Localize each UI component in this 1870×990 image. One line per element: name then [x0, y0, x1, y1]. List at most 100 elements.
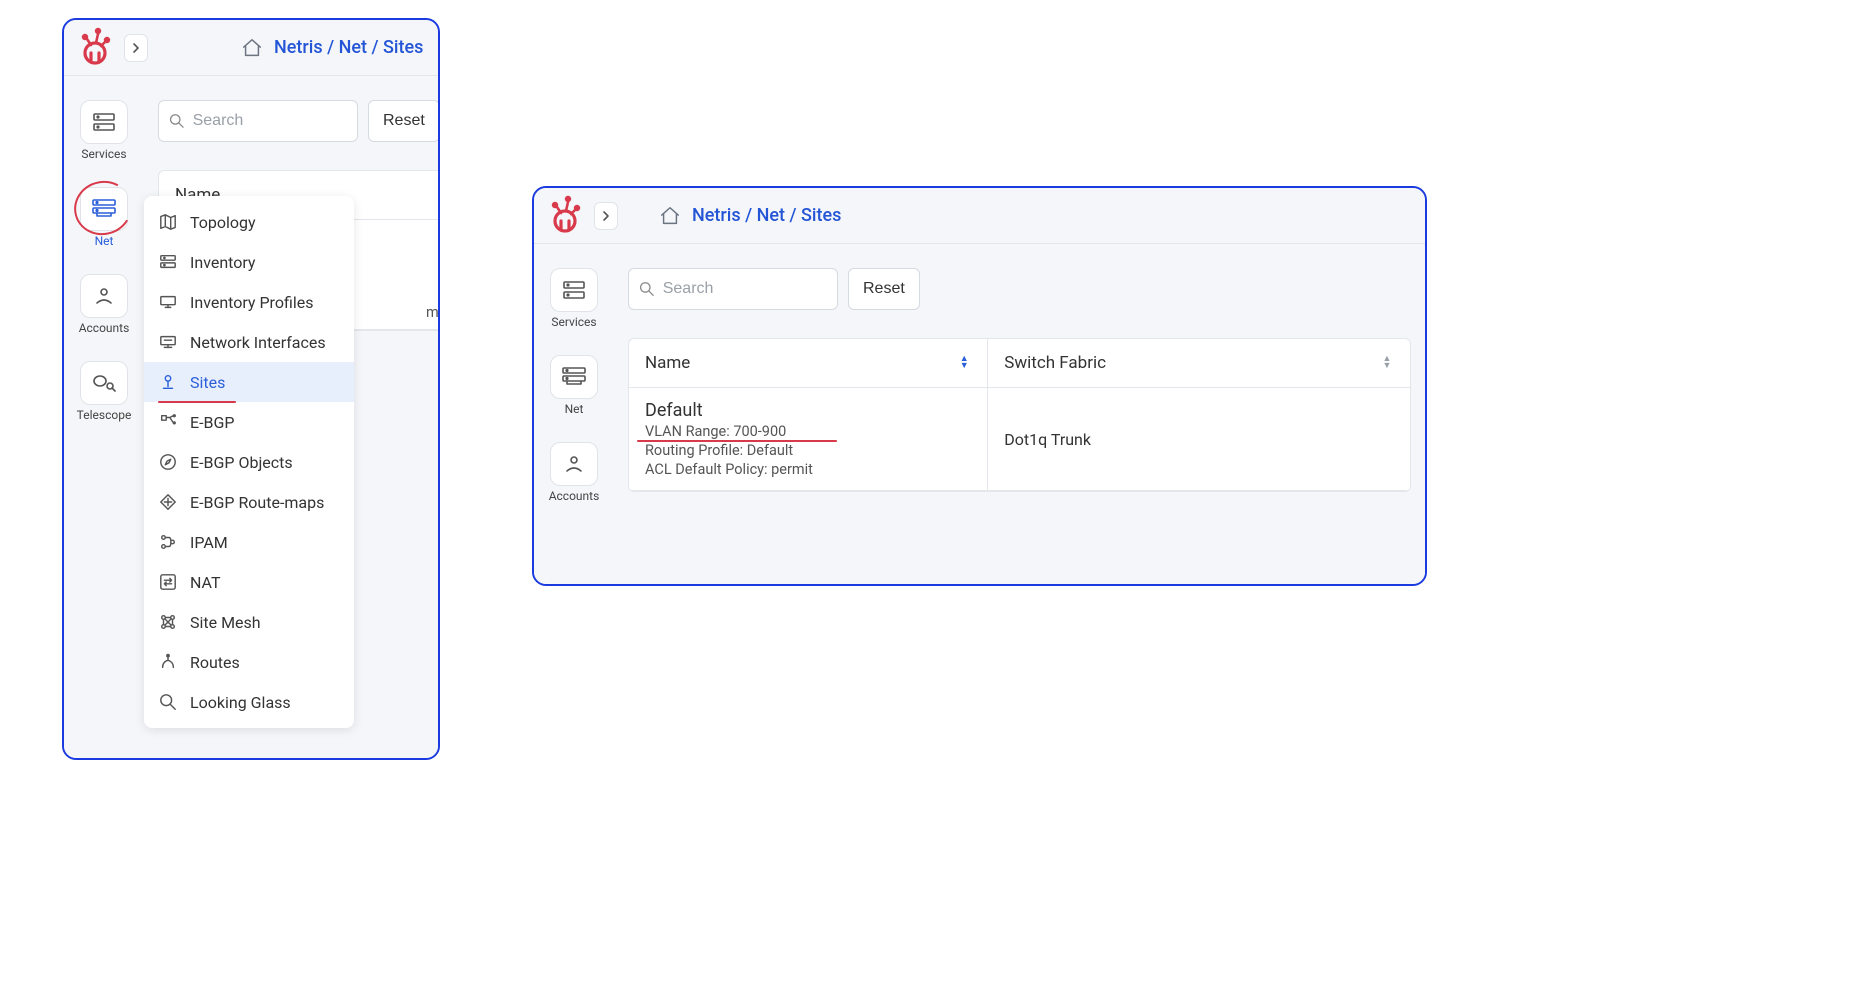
menu-item-looking-glass[interactable]: Looking Glass — [144, 682, 354, 722]
menu-item-sites[interactable]: Sites — [144, 362, 354, 402]
menu-item-label: IPAM — [190, 533, 228, 552]
sidebar-item-telescope[interactable]: Telescope — [77, 361, 132, 422]
menu-item-label: Looking Glass — [190, 693, 291, 712]
menu-item-nat[interactable]: NAT — [144, 562, 354, 602]
menu-item-site-mesh[interactable]: Site Mesh — [144, 602, 354, 642]
logo — [72, 25, 118, 71]
monitor-icon — [158, 292, 178, 312]
home-icon[interactable] — [240, 36, 264, 60]
sidebar-item-services[interactable]: Services — [80, 100, 128, 161]
acl-partial-text: mit — [426, 304, 440, 321]
breadcrumb[interactable]: Netris / Net / Sites — [692, 205, 841, 226]
interface-icon — [158, 332, 178, 352]
menu-item-label: E-BGP Objects — [190, 453, 293, 472]
topbar: Netris / Net / Sites — [64, 20, 438, 76]
sidebar-item-label: Net — [95, 234, 114, 248]
sidebar-item-label: Net — [565, 402, 584, 416]
search-input-wrapper[interactable] — [158, 100, 358, 142]
search-row: Reset — [144, 100, 438, 142]
sidebar-item-accounts[interactable]: Accounts — [79, 274, 130, 335]
table-header: Name ▲▼ Switch Fabric ▲▼ — [629, 339, 1410, 388]
diamond-icon — [158, 492, 178, 512]
cell-switch-fabric: Dot1q Trunk — [988, 388, 1410, 490]
map-icon — [158, 212, 178, 232]
reset-button[interactable]: Reset — [368, 100, 440, 142]
topbar: Netris / Net / Sites — [534, 188, 1425, 244]
search-input[interactable] — [663, 280, 827, 298]
sidebar-item-label: Accounts — [549, 489, 600, 503]
menu-item-inventory-profiles[interactable]: Inventory Profiles — [144, 282, 354, 322]
search-input[interactable] — [193, 112, 347, 130]
cell-name: Default VLAN Range: 700-900 Routing Prof… — [629, 388, 988, 490]
services-icon — [80, 100, 128, 144]
sidebar-item-net[interactable]: Net — [550, 355, 598, 416]
home-icon[interactable] — [658, 204, 682, 228]
net-icon — [550, 355, 598, 399]
table-row[interactable]: Default VLAN Range: 700-900 Routing Prof… — [629, 388, 1410, 491]
breadcrumb[interactable]: Netris / Net / Sites — [274, 37, 423, 58]
panel-left: Netris / Net / Sites Services Net Accoun… — [62, 18, 440, 760]
compass-icon — [158, 452, 178, 472]
menu-item-ebgp[interactable]: E-BGP — [144, 402, 354, 442]
search-icon — [169, 112, 185, 130]
sort-icon[interactable]: ▲▼ — [957, 356, 971, 370]
services-icon — [550, 268, 598, 312]
sites-table: Name ▲▼ Switch Fabric ▲▼ Default VLAN Ra… — [628, 338, 1411, 492]
menu-item-label: E-BGP Route-maps — [190, 493, 324, 512]
sidebar-rail: Services Net Accounts — [534, 244, 614, 584]
menu-item-label: Site Mesh — [190, 613, 261, 632]
accounts-icon — [550, 442, 598, 486]
content-area: Reset Name ▲▼ Switch Fabric ▲▼ Default V… — [614, 244, 1425, 584]
net-submenu: Topology Inventory Inventory Profiles Ne… — [144, 196, 354, 728]
menu-item-label: Topology — [190, 213, 256, 232]
route-icon — [158, 652, 178, 672]
column-header-switch-fabric[interactable]: Switch Fabric ▲▼ — [988, 339, 1410, 387]
sidebar-item-label: Services — [551, 315, 596, 329]
menu-item-label: Inventory Profiles — [190, 293, 313, 312]
search-row: Reset — [614, 268, 1425, 310]
reset-button[interactable]: Reset — [848, 268, 920, 310]
menu-item-ebgp-objects[interactable]: E-BGP Objects — [144, 442, 354, 482]
route-split-icon — [158, 412, 178, 432]
menu-item-label: Network Interfaces — [190, 333, 326, 352]
search-icon — [639, 280, 655, 298]
site-vlan-range: VLAN Range: 700-900 — [645, 423, 971, 440]
menu-item-network-interfaces[interactable]: Network Interfaces — [144, 322, 354, 362]
menu-item-routes[interactable]: Routes — [144, 642, 354, 682]
sidebar-item-label: Accounts — [79, 321, 130, 335]
sidebar-item-accounts[interactable]: Accounts — [549, 442, 600, 503]
net-icon — [80, 187, 128, 231]
column-header-name[interactable]: Name ▲▼ — [629, 339, 988, 387]
sidebar-item-label: Services — [81, 147, 126, 161]
sidebar-item-label: Telescope — [77, 408, 132, 422]
menu-item-inventory[interactable]: Inventory — [144, 242, 354, 282]
menu-item-topology[interactable]: Topology — [144, 202, 354, 242]
telescope-icon — [80, 361, 128, 405]
menu-item-ebgp-routemaps[interactable]: E-BGP Route-maps — [144, 482, 354, 522]
accounts-icon — [80, 274, 128, 318]
swap-icon — [158, 572, 178, 592]
sort-icon[interactable]: ▲▼ — [1380, 356, 1394, 370]
sidebar-item-services[interactable]: Services — [550, 268, 598, 329]
menu-item-label: Inventory — [190, 253, 256, 272]
logo — [542, 193, 588, 239]
mesh-icon — [158, 612, 178, 632]
sidebar-expand-button[interactable] — [124, 34, 148, 62]
search-input-wrapper[interactable] — [628, 268, 838, 310]
menu-item-label: NAT — [190, 573, 221, 592]
menu-item-ipam[interactable]: IPAM — [144, 522, 354, 562]
sidebar-expand-button[interactable] — [594, 202, 618, 230]
branch-icon — [158, 532, 178, 552]
sidebar-item-net[interactable]: Net — [80, 187, 128, 248]
pin-icon — [158, 372, 178, 392]
server-icon — [158, 252, 178, 272]
site-name: Default — [645, 400, 971, 421]
menu-item-label: Sites — [190, 373, 225, 392]
site-routing-profile: Routing Profile: Default — [645, 442, 971, 459]
panel-right: Netris / Net / Sites Services Net Accoun… — [532, 186, 1427, 586]
menu-item-label: Routes — [190, 653, 240, 672]
site-acl-policy: ACL Default Policy: permit — [645, 461, 971, 478]
sidebar-rail: Services Net Accounts Telescope — [64, 76, 144, 758]
search-icon — [158, 692, 178, 712]
menu-item-label: E-BGP — [190, 413, 234, 432]
